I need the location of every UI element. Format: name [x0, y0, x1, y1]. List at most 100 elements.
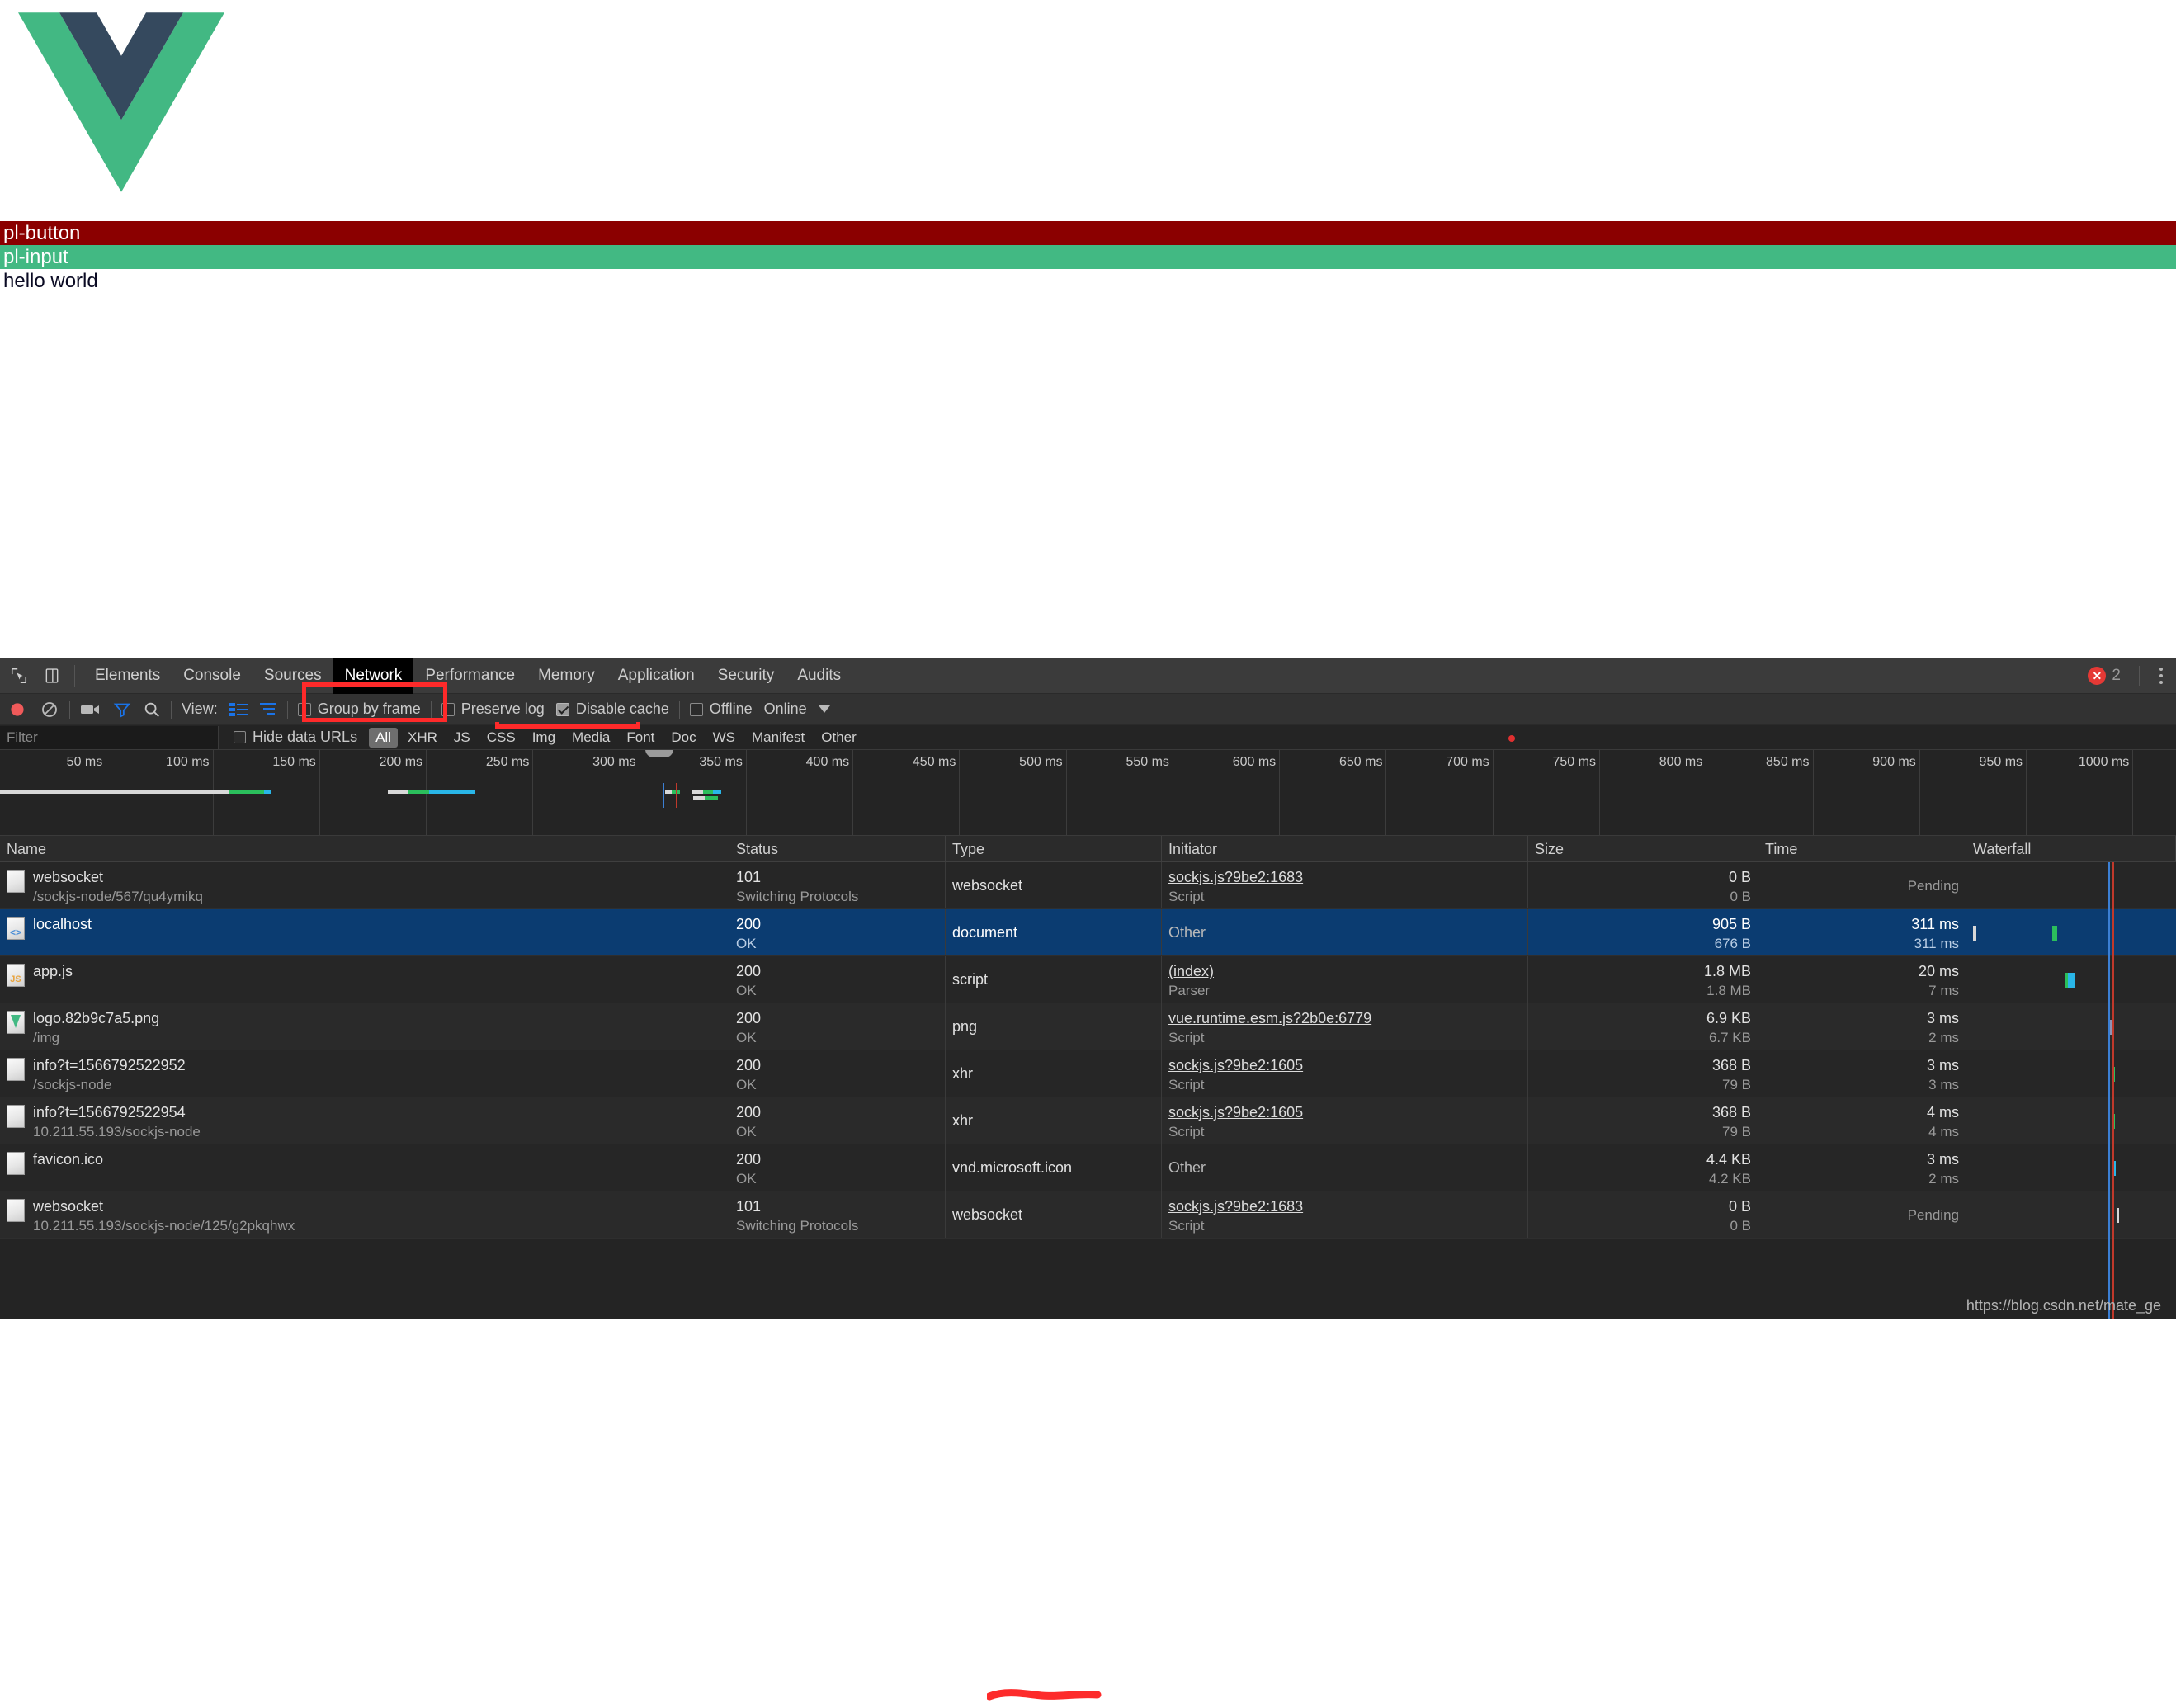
- filter-type-doc[interactable]: Doc: [664, 728, 702, 748]
- tab-performance[interactable]: Performance: [413, 658, 526, 694]
- request-initiator[interactable]: (index): [1168, 961, 1521, 981]
- record-icon[interactable]: [7, 699, 28, 720]
- filter-type-ws[interactable]: WS: [706, 728, 742, 748]
- cell-name[interactable]: info?t=1566792522954 10.211.55.193/sockjs…: [0, 1097, 729, 1144]
- cell-name[interactable]: localhost: [0, 909, 729, 955]
- group-by-frame-checkbox[interactable]: Group by frame: [297, 701, 421, 718]
- cell-initiator[interactable]: sockjs.js?9be2:1683 Script: [1162, 862, 1528, 908]
- tab-network[interactable]: Network: [333, 657, 414, 694]
- cell-waterfall: [1966, 1191, 2176, 1238]
- filter-type-manifest[interactable]: Manifest: [745, 728, 811, 748]
- request-size-transferred: 1.8 MB: [1706, 983, 1751, 998]
- hide-data-urls-checkbox[interactable]: Hide data URLs: [234, 729, 357, 746]
- capture-screenshots-icon[interactable]: [80, 702, 101, 717]
- table-row[interactable]: localhost 200 OK document Other 905 B 676 B 311…: [0, 909, 2176, 956]
- request-initiator[interactable]: sockjs.js?9be2:1683: [1168, 867, 1521, 887]
- column-header-status[interactable]: Status: [729, 836, 946, 862]
- column-header-type[interactable]: Type: [946, 836, 1162, 862]
- cell-name[interactable]: favicon.ico: [0, 1144, 729, 1191]
- chevron-down-icon[interactable]: [818, 705, 830, 713]
- request-initiator[interactable]: sockjs.js?9be2:1683: [1168, 1196, 1521, 1216]
- pl-button-component[interactable]: pl-button: [0, 221, 2176, 245]
- filter-type-css[interactable]: CSS: [480, 728, 522, 748]
- request-initiator-kind: Script: [1168, 1030, 1205, 1045]
- requests-table: Name Status Type Initiator Size Time Waterfall…: [0, 836, 2176, 1319]
- cell-name[interactable]: logo.82b9c7a5.png/img: [0, 1003, 729, 1050]
- search-icon[interactable]: [143, 701, 161, 719]
- pl-input-component[interactable]: pl-input: [0, 245, 2176, 269]
- cell-initiator[interactable]: (index) Parser: [1162, 956, 1528, 1003]
- request-type: xhr: [952, 1112, 974, 1129]
- requests-table-body: websocket/sockjs-node/567/qu4ymikq 101 Swi…: [0, 862, 2176, 1239]
- request-type: websocket: [952, 1206, 1023, 1223]
- filter-type-font[interactable]: Font: [620, 728, 661, 748]
- cell-name[interactable]: websocket/sockjs-node/567/qu4ymikq: [0, 862, 729, 908]
- preserve-log-checkbox[interactable]: Preserve log: [441, 701, 545, 718]
- column-header-initiator[interactable]: Initiator: [1162, 836, 1528, 862]
- js-file-icon: [7, 964, 25, 987]
- cell-initiator[interactable]: sockjs.js?9be2:1683 Script: [1162, 1191, 1528, 1238]
- more-options-icon[interactable]: [2150, 668, 2173, 684]
- offline-checkbox[interactable]: Offline: [689, 701, 753, 718]
- clear-icon[interactable]: [40, 700, 59, 720]
- tab-application[interactable]: Application: [607, 658, 706, 694]
- request-time: 4 ms: [1926, 1104, 1959, 1121]
- filter-type-all[interactable]: All: [369, 727, 398, 748]
- tab-sources[interactable]: Sources: [253, 658, 333, 694]
- error-count-badge[interactable]: ✕ 2: [2088, 667, 2121, 685]
- tab-security[interactable]: Security: [706, 658, 786, 694]
- table-row[interactable]: info?t=1566792522952/sockjs-node 200 OK xhr…: [0, 1050, 2176, 1097]
- throttling-value[interactable]: Online: [764, 701, 807, 718]
- overview-tick: 1000 ms: [0, 750, 2134, 835]
- filter-input[interactable]: [0, 725, 219, 749]
- cell-request-size: 368 B 79 B: [1528, 1050, 1758, 1097]
- table-row[interactable]: favicon.ico 200 OK vnd.microsoft.icon Other 4…: [0, 1144, 2176, 1191]
- device-toolbar-icon[interactable]: [38, 662, 66, 690]
- column-header-size[interactable]: Size: [1528, 836, 1758, 862]
- cell-initiator[interactable]: vue.runtime.esm.js?2b0e:6779 Script: [1162, 1003, 1528, 1050]
- tab-elements[interactable]: Elements: [83, 658, 172, 694]
- filter-type-xhr[interactable]: XHR: [401, 728, 444, 748]
- column-header-waterfall[interactable]: Waterfall: [1966, 836, 2176, 862]
- filter-icon[interactable]: [113, 701, 131, 719]
- overview-window-handle[interactable]: [645, 750, 673, 757]
- request-initiator[interactable]: sockjs.js?9be2:1605: [1168, 1102, 1521, 1122]
- tab-audits[interactable]: Audits: [786, 658, 852, 694]
- view-list-icon[interactable]: [229, 702, 248, 717]
- filter-type-img[interactable]: Img: [526, 728, 562, 748]
- cell-initiator[interactable]: Other: [1162, 1144, 1528, 1191]
- network-overview-timeline[interactable]: 50 ms 100 ms 150 ms 200 ms 250 ms 300 ms 350 m…: [0, 750, 2176, 836]
- cell-initiator[interactable]: Other: [1162, 909, 1528, 955]
- tab-memory[interactable]: Memory: [526, 658, 607, 694]
- cell-initiator[interactable]: sockjs.js?9be2:1605 Script: [1162, 1097, 1528, 1144]
- view-label: View:: [182, 701, 218, 717]
- cell-initiator[interactable]: sockjs.js?9be2:1605 Script: [1162, 1050, 1528, 1097]
- request-time: 3 ms: [1926, 1151, 1959, 1168]
- filter-type-js[interactable]: JS: [447, 728, 477, 748]
- request-path: /sockjs-node: [33, 1077, 112, 1092]
- request-initiator[interactable]: vue.runtime.esm.js?2b0e:6779: [1168, 1008, 1521, 1028]
- tab-console[interactable]: Console: [172, 658, 253, 694]
- load-event-marker: [676, 783, 677, 808]
- column-header-name[interactable]: Name: [0, 836, 729, 862]
- filter-type-media[interactable]: Media: [565, 728, 616, 748]
- view-waterfall-icon[interactable]: [259, 702, 277, 717]
- column-header-time[interactable]: Time: [1758, 836, 1966, 862]
- table-row[interactable]: info?t=1566792522954 10.211.55.193/sockjs…: [0, 1097, 2176, 1144]
- request-initiator[interactable]: sockjs.js?9be2:1605: [1168, 1055, 1521, 1075]
- cell-name[interactable]: info?t=1566792522952/sockjs-node: [0, 1050, 729, 1097]
- table-row[interactable]: websocket/sockjs-node/567/qu4ymikq 101 Swi…: [0, 862, 2176, 909]
- cell-waterfall: [1966, 909, 2176, 955]
- table-row[interactable]: websocket 10.211.55.193/sockjs-node/125/g…: [0, 1191, 2176, 1239]
- request-size: 905 B: [1711, 916, 1751, 932]
- filter-type-other[interactable]: Other: [814, 728, 863, 748]
- disable-cache-checkbox[interactable]: Disable cache: [555, 701, 669, 718]
- request-status: 101: [736, 869, 762, 885]
- cell-name[interactable]: websocket 10.211.55.193/sockjs-node/125/g…: [0, 1191, 729, 1238]
- cell-name[interactable]: app.js: [0, 956, 729, 1003]
- offline-box: [689, 702, 703, 716]
- table-row[interactable]: logo.82b9c7a5.png/img 200 OK png vue.runtime…: [0, 1003, 2176, 1050]
- request-time: 311 ms: [1911, 916, 1959, 932]
- inspect-element-icon[interactable]: [5, 662, 33, 690]
- table-row[interactable]: app.js200OKscript(index)Parser1.8 MB1.8 …: [0, 956, 2176, 1003]
